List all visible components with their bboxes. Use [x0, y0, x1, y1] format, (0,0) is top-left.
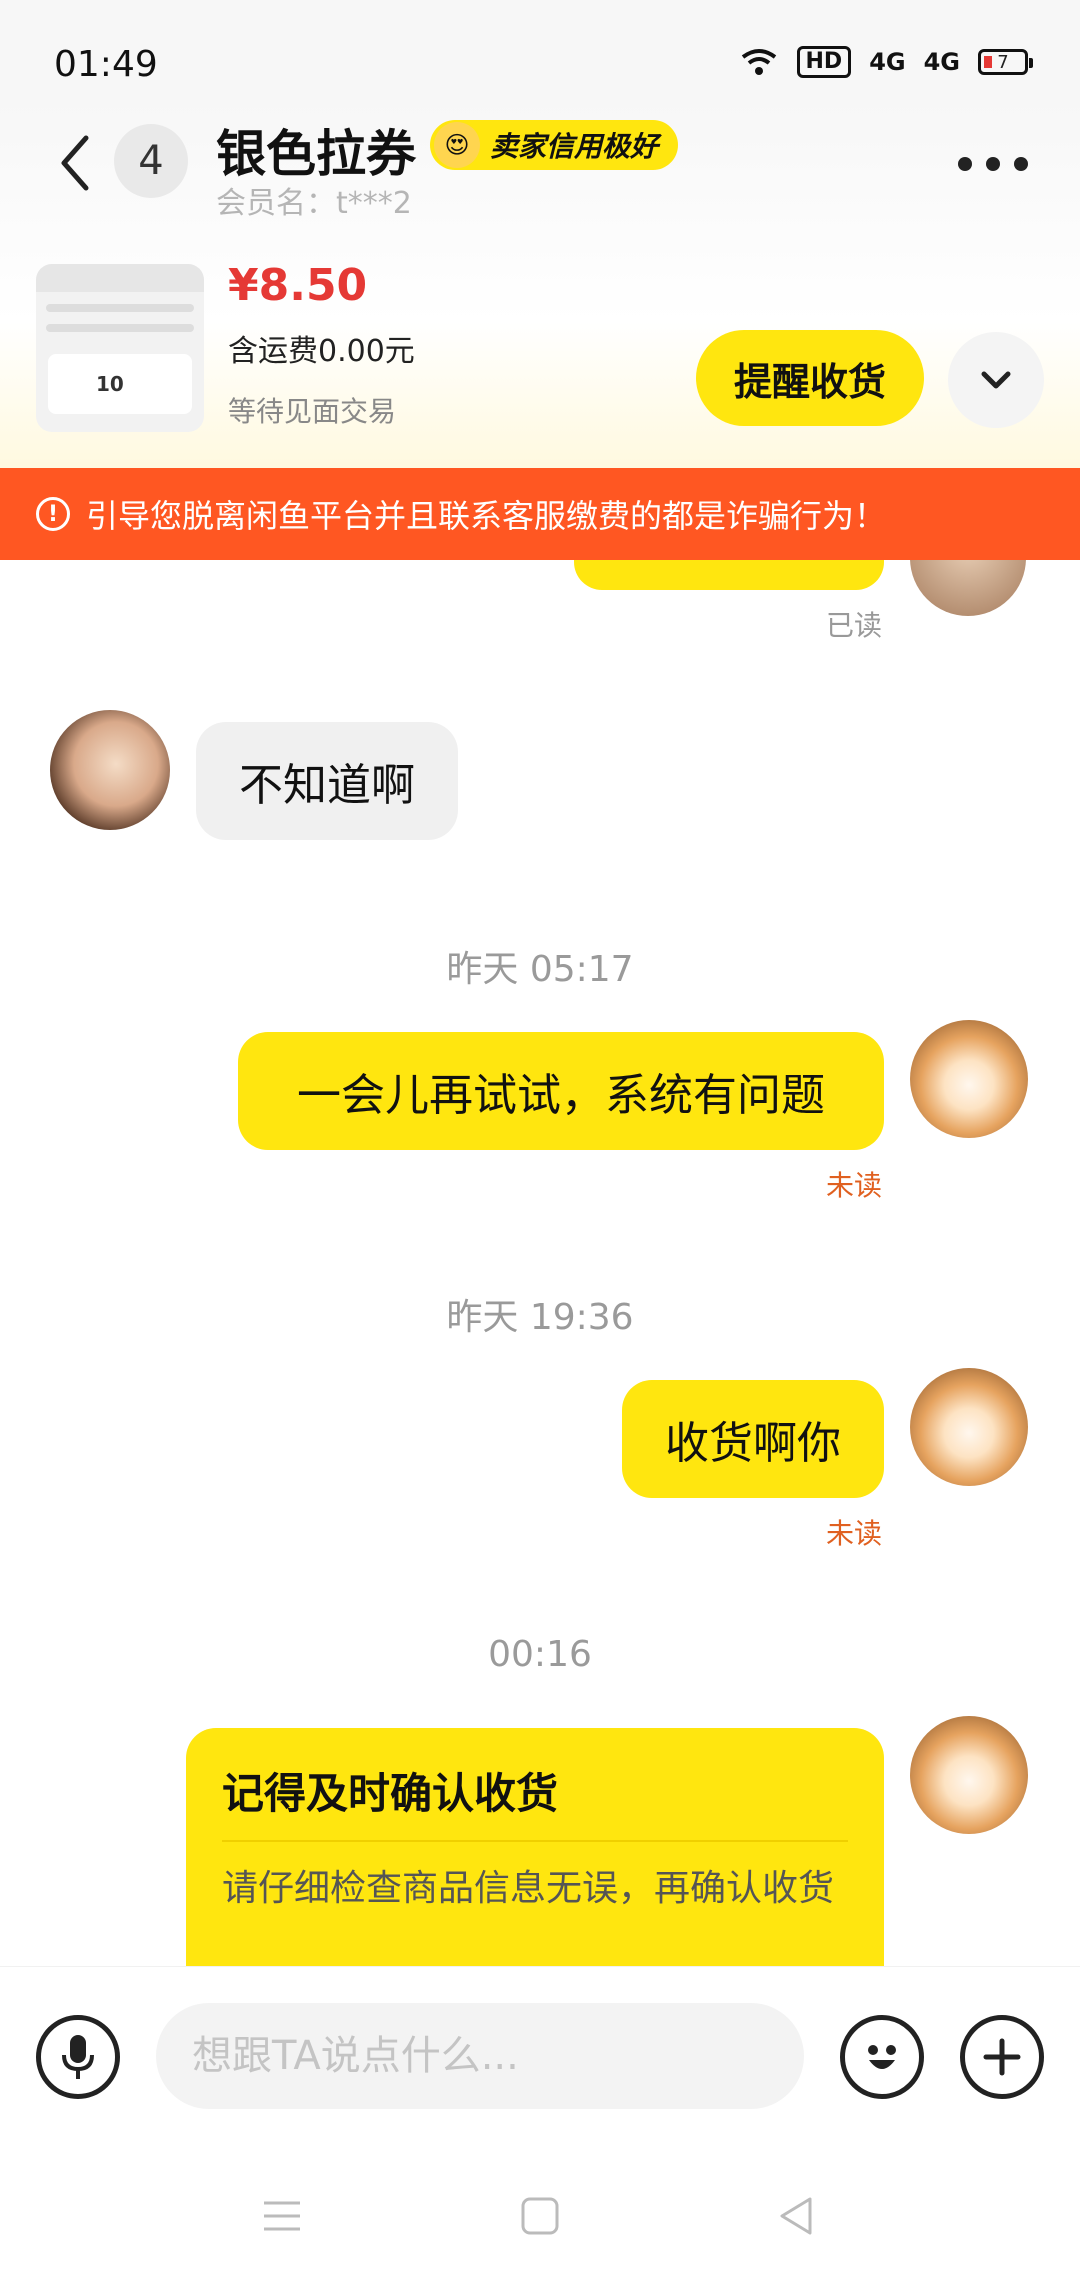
- unread-status: 未读: [826, 1169, 883, 1202]
- system-nav-bar: [0, 2146, 1080, 2280]
- nav-menu-button[interactable]: [252, 2186, 312, 2246]
- wifi-icon: [741, 49, 776, 75]
- member-name: 会员名：t***2: [216, 186, 412, 221]
- emoji-button[interactable]: [840, 2015, 924, 2099]
- card-body: 请仔细检查商品信息无误，再确认收货: [222, 1868, 835, 1909]
- triangle-back-icon: [780, 2197, 812, 2235]
- battery-level: 7: [997, 51, 1009, 73]
- chat-header: 4 银色拉券 😍 卖家信用极好 会员名：t***2 10 ¥8.50 含运费0.…: [0, 100, 1080, 470]
- fraud-warning-banner: ! 引导您脱离闲鱼平台并且联系客服缴费的都是诈骗行为！: [0, 468, 1080, 560]
- message-timestamp: 昨天 05:17: [446, 949, 634, 990]
- card-divider: [222, 1840, 848, 1842]
- card-title: 记得及时确认收货: [222, 1769, 559, 1818]
- message-bubble-received[interactable]: 不知道啊: [196, 722, 458, 840]
- warning-text: 引导您脱离闲鱼平台并且联系客服缴费的都是诈骗行为！: [86, 497, 887, 535]
- message-bubble-sent[interactable]: 收货啊你: [622, 1380, 884, 1498]
- more-dot-icon: [1014, 157, 1028, 171]
- message-bubble-partial[interactable]: [574, 560, 884, 590]
- more-options-button[interactable]: [958, 144, 1028, 184]
- hd-icon: HD: [796, 46, 852, 78]
- nav-home-button[interactable]: [510, 2186, 570, 2246]
- product-price: ¥8.50: [228, 260, 368, 311]
- unread-count-badge[interactable]: 4: [114, 124, 188, 198]
- thumb-header: [36, 264, 204, 292]
- status-icons: HD 4G 4G 7: [739, 46, 1033, 78]
- avatar-self[interactable]: [910, 560, 1026, 616]
- credit-badge[interactable]: 😍 卖家信用极好: [430, 120, 679, 170]
- warning-icon: !: [36, 497, 70, 531]
- menu-icon: [264, 2201, 300, 2231]
- plus-icon: [983, 2038, 1021, 2076]
- microphone-icon: [62, 2035, 94, 2079]
- voice-button[interactable]: [36, 2015, 120, 2099]
- message-input[interactable]: [156, 2003, 804, 2109]
- avatar-self[interactable]: [910, 1020, 1028, 1138]
- thumb-row: [46, 324, 194, 332]
- nav-back-button[interactable]: [766, 2186, 826, 2246]
- chevron-down-icon: [981, 371, 1011, 389]
- signal-icon-1: 4G: [869, 48, 906, 76]
- remind-receipt-button[interactable]: 提醒收货: [696, 330, 924, 426]
- product-thumbnail[interactable]: 10: [36, 264, 204, 432]
- shipping-info: 含运费0.00元: [228, 334, 415, 369]
- avatar-self[interactable]: [910, 1368, 1028, 1486]
- avatar-seller[interactable]: [50, 710, 170, 830]
- trade-status: 等待见面交易: [228, 395, 397, 428]
- signal-icon-2: 4G: [923, 48, 960, 76]
- confirm-receipt-card[interactable]: 记得及时确认收货 请仔细检查商品信息无误，再确认收货: [186, 1728, 884, 1966]
- expand-button[interactable]: [948, 332, 1044, 428]
- back-arrow-icon: [61, 135, 89, 191]
- message-timestamp: 00:16: [488, 1634, 592, 1675]
- unread-status: 未读: [826, 1517, 883, 1550]
- seller-name[interactable]: 银色拉券: [216, 114, 416, 186]
- square-icon: [521, 2197, 559, 2235]
- heart-eyes-icon: 😍: [434, 122, 480, 168]
- message-timestamp: 昨天 19:36: [446, 1297, 634, 1338]
- status-time: 01:49: [54, 44, 158, 85]
- battery-icon: 7: [978, 49, 1033, 75]
- message-bubble-sent[interactable]: 一会儿再试试，系统有问题: [238, 1032, 884, 1150]
- thumb-value: 10: [96, 372, 124, 396]
- more-dot-icon: [986, 157, 1000, 171]
- add-button[interactable]: [960, 2015, 1044, 2099]
- read-status: 已读: [826, 609, 883, 642]
- avatar-self[interactable]: [910, 1716, 1028, 1834]
- back-button[interactable]: [50, 128, 100, 198]
- credit-badge-label: 卖家信用极好: [490, 130, 659, 163]
- input-bar: [0, 1966, 1080, 2146]
- thumb-row: [46, 304, 194, 312]
- chat-messages[interactable]: 已读 不知道啊 昨天 05:17 一会儿再试试，系统有问题 未读 昨天 19:3…: [0, 560, 1080, 1966]
- more-dot-icon: [958, 157, 972, 171]
- emoji-icon: [868, 2045, 896, 2069]
